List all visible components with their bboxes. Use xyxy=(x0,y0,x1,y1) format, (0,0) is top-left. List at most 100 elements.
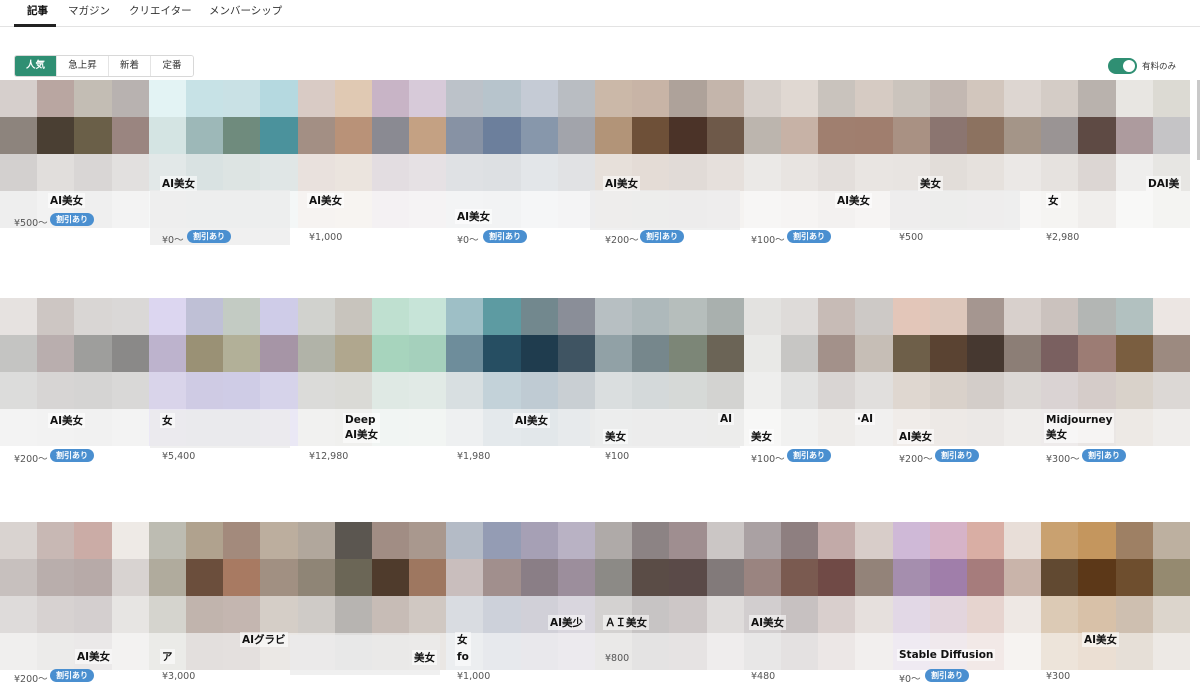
card-title[interactable]: AI美女 xyxy=(749,615,787,630)
thumbnail-pixel xyxy=(929,409,967,446)
card-title-fragment[interactable]: DAI美 xyxy=(1146,176,1182,191)
thumbnail-pixel xyxy=(1004,298,1042,335)
thumbnail-pixel xyxy=(595,372,633,409)
thumbnail-pixel xyxy=(1041,522,1079,559)
card-title[interactable]: Midjourney 美女 xyxy=(1044,413,1115,443)
top-nav: 記事 マガジン クリエイター メンバーシップ xyxy=(0,0,1200,27)
thumbnail-pixel xyxy=(520,522,558,559)
thumbnail-pixel xyxy=(1115,117,1153,154)
card-title[interactable]: AI美女 xyxy=(603,176,641,191)
card-price: ¥200〜 xyxy=(605,235,639,246)
card-title[interactable]: AI美女 xyxy=(75,649,113,664)
card-title[interactable]: ア xyxy=(160,649,175,664)
card-title[interactable]: ＡＩ美女 xyxy=(603,615,649,630)
thumbnail-pixel xyxy=(966,154,1005,191)
thumbnail-pixel xyxy=(0,633,38,670)
thumbnail-pixel xyxy=(446,409,484,446)
thumbnail-pixel xyxy=(260,117,298,154)
thumbnail-pixel xyxy=(446,372,484,409)
thumbnail-pixel xyxy=(1041,117,1079,154)
card-title[interactable]: 女 fo xyxy=(455,632,471,666)
discount-badge: 割引あり xyxy=(1082,449,1126,462)
thumbnail-pixel xyxy=(111,596,149,633)
card-title[interactable]: 美女 xyxy=(603,429,628,444)
thumbnail-pixel xyxy=(483,154,521,191)
card-title[interactable]: AI美女 xyxy=(1082,632,1120,647)
thumbnail-pixel xyxy=(632,522,670,559)
thumbnail-pixel xyxy=(260,335,298,372)
thumbnail-pixel xyxy=(669,80,707,117)
tab-articles[interactable]: 記事 xyxy=(27,3,48,18)
tab-magazines[interactable]: マガジン xyxy=(68,3,110,18)
tab-membership[interactable]: メンバーシップ xyxy=(209,3,282,18)
card-title[interactable]: AI美女 xyxy=(48,193,86,208)
thumbnail-pixel xyxy=(1115,559,1153,596)
thumbnail-pixel xyxy=(409,298,447,335)
card-title[interactable]: AI美女 xyxy=(160,176,198,191)
thumbnail-pixel xyxy=(706,522,744,559)
card-title[interactable]: Deep AI美女 xyxy=(343,413,381,443)
card-title-fragment[interactable]: AI美女 xyxy=(835,193,873,208)
thumbnail-pixel xyxy=(743,80,781,117)
thumbnail-pixel xyxy=(483,633,521,670)
thumbnail-pixel xyxy=(371,191,410,228)
thumbnail-pixel xyxy=(1041,559,1079,596)
thumbnail-pixel xyxy=(557,117,595,154)
card-title[interactable]: AI美女 xyxy=(48,413,86,428)
thumbnail-pixel xyxy=(297,522,335,559)
thumbnail-pixel xyxy=(74,298,112,335)
thumbnail-pixel xyxy=(37,117,75,154)
card-price: ¥3,000 xyxy=(162,671,196,682)
card-title[interactable]: 美女 xyxy=(918,176,943,191)
card-title-fragment[interactable]: ·AI xyxy=(855,413,876,425)
thumbnail-pixel xyxy=(111,335,149,372)
thumbnail-pixel xyxy=(855,298,893,335)
card-title[interactable]: AI美女 xyxy=(897,429,935,444)
thumbnail-pixel xyxy=(780,298,819,335)
thumbnail-pixel xyxy=(1078,335,1116,372)
thumbnail-row-3[interactable] xyxy=(0,522,1190,670)
card-title-fragment[interactable]: AI美少 xyxy=(548,615,586,630)
thumbnail-pixel xyxy=(371,372,410,409)
thumbnail-pixel xyxy=(185,335,224,372)
card-title[interactable]: AI美女 xyxy=(455,209,493,224)
card-title[interactable]: 美女 xyxy=(749,429,774,444)
sort-trending[interactable]: 急上昇 xyxy=(57,56,109,76)
thumbnail-pixel xyxy=(743,117,781,154)
thumbnail-pixel xyxy=(1004,522,1042,559)
sort-classic[interactable]: 定番 xyxy=(151,56,193,76)
thumbnail-pixel xyxy=(223,298,261,335)
card-price: ¥0〜 xyxy=(162,235,184,246)
card-title-fragment[interactable]: AI xyxy=(718,413,735,425)
thumbnail-pixel xyxy=(966,559,1005,596)
card-title[interactable]: AI美女 xyxy=(513,413,551,428)
card-title[interactable]: 美女 xyxy=(412,650,437,665)
thumbnail-pixel xyxy=(409,191,447,228)
card-title[interactable]: Stable Diffusion xyxy=(897,649,996,661)
thumbnail-pixel xyxy=(1152,633,1190,670)
tab-creators[interactable]: クリエイター xyxy=(129,3,192,18)
thumbnail-pixel xyxy=(483,559,521,596)
thumbnail-pixel xyxy=(818,633,856,670)
thumbnail-pixel xyxy=(780,80,819,117)
card-title-fragment[interactable]: AIグラビ xyxy=(240,632,288,647)
card-price: ¥200〜 xyxy=(14,674,48,685)
sort-popular[interactable]: 人気 xyxy=(15,56,57,76)
thumbnail-pixel xyxy=(1041,154,1079,191)
thumbnail-pixel xyxy=(297,409,335,446)
thumbnail-pixel xyxy=(371,596,410,633)
card-title[interactable]: 女 xyxy=(160,413,175,428)
thumbnail-pixel xyxy=(0,559,38,596)
thumbnail-pixel xyxy=(371,522,410,559)
thumbnail-pixel xyxy=(966,372,1005,409)
thumbnail-pixel xyxy=(334,522,372,559)
thumbnail-pixel xyxy=(892,372,930,409)
thumbnail-pixel xyxy=(743,154,781,191)
thumbnail-pixel xyxy=(557,154,595,191)
sort-new[interactable]: 新着 xyxy=(109,56,151,76)
card-title[interactable]: AI美女 xyxy=(307,193,345,208)
card-title[interactable]: 女 xyxy=(1046,193,1061,208)
paid-only-toggle[interactable] xyxy=(1108,58,1137,74)
thumbnail-pixel xyxy=(1041,633,1079,670)
thumbnail-pixel xyxy=(409,372,447,409)
